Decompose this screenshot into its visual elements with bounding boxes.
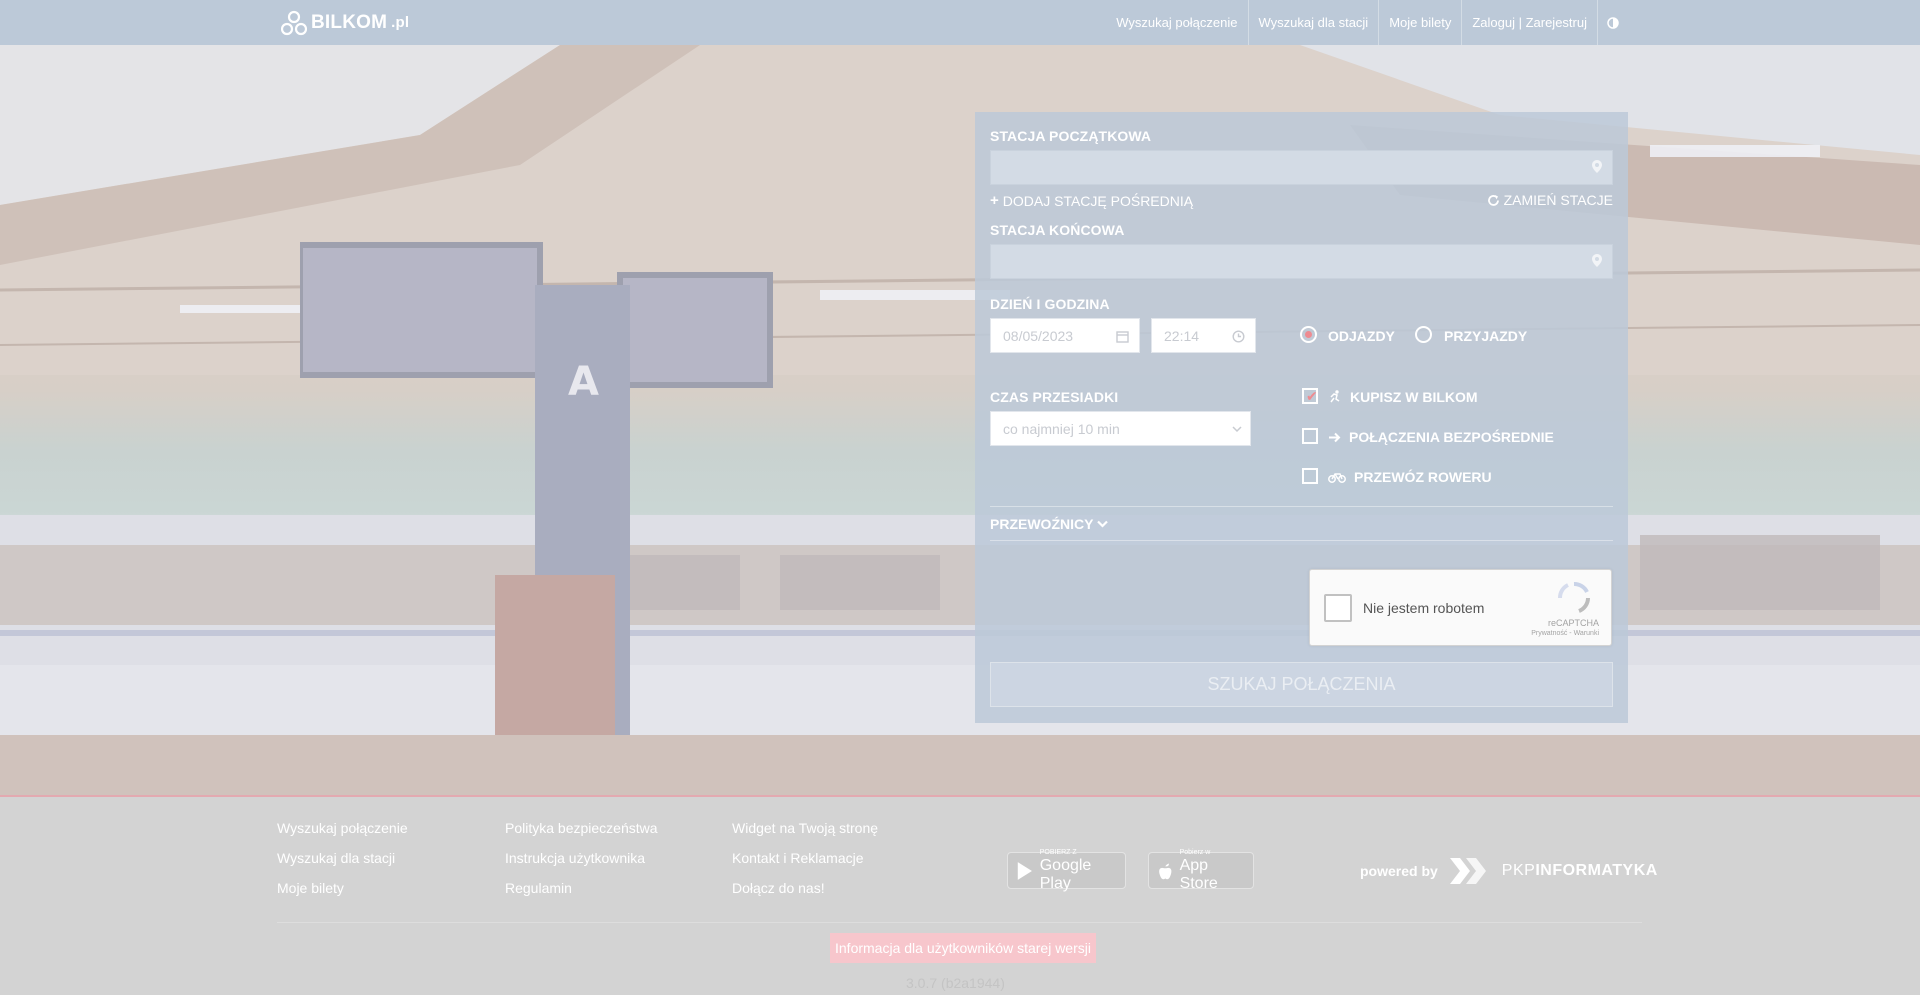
search-panel: STACJA POCZĄTKOWA + DODAJ STACJĘ POŚREDN… <box>975 112 1628 723</box>
departure-board-image: A <box>300 242 773 795</box>
google-play-icon <box>1017 861 1032 880</box>
swap-stations-text: ZAMIEŃ STACJE <box>1503 192 1613 208</box>
powered-by-text: powered by <box>1360 863 1438 879</box>
bicycle-icon <box>1328 473 1346 483</box>
departures-radio[interactable] <box>1300 326 1317 343</box>
buy-in-bilkom-label: KUPISZ W BILKOM <box>1328 389 1478 405</box>
add-via-station-text: DODAJ STACJĘ POŚREDNIĄ <box>1002 192 1194 209</box>
old-version-info-link[interactable]: Informacja dla użytkowników starej wersj… <box>830 933 1096 963</box>
svg-text:A: A <box>568 359 599 405</box>
apple-icon <box>1159 863 1172 879</box>
date-time-label: DZIEŃ I GODZINA <box>990 296 1110 312</box>
start-station-input[interactable] <box>990 150 1613 185</box>
nav-my-tickets[interactable]: Moje bilety <box>1379 0 1463 45</box>
swap-stations-link[interactable]: ZAMIEŃ STACJE <box>1487 192 1613 208</box>
location-pin-icon <box>1592 160 1602 173</box>
running-person-icon <box>1330 390 1340 403</box>
direct-connections-checkbox[interactable] <box>1302 428 1318 444</box>
footer-link-user-guide[interactable]: Instrukcja użytkownika <box>505 850 645 866</box>
recaptcha-terms[interactable]: Prywatność - Warunki <box>1531 630 1599 637</box>
recaptcha-widget: Nie jestem robotem reCAPTCHA Prywatność … <box>1309 569 1612 646</box>
buy-in-bilkom-text: KUPISZ W BILKOM <box>1350 389 1478 405</box>
powered-by-pkp-informatyka[interactable]: powered by PKPINFORMATYKA <box>1360 854 1658 888</box>
bike-transport-checkbox[interactable] <box>1302 468 1318 484</box>
hero-background: A <box>0 45 1920 797</box>
nav-search-station[interactable]: Wyszukaj dla stacji <box>1249 0 1380 45</box>
transfer-time-value: co najmniej 10 min <box>1003 421 1120 437</box>
add-via-station-link[interactable]: + DODAJ STACJĘ POŚREDNIĄ <box>990 192 1193 209</box>
chevron-down-icon <box>1097 520 1109 528</box>
footer: Wyszukaj połączenie Wyszukaj dla stacji … <box>0 797 1920 995</box>
buy-in-bilkom-checkbox[interactable]: ✔ <box>1302 388 1318 404</box>
google-play-button[interactable]: POBIERZ Z Google Play <box>1007 848 1126 892</box>
start-station-label: STACJA POCZĄTKOWA <box>990 128 1152 144</box>
time-input[interactable]: 22:14 <box>1151 318 1256 353</box>
app-version: 3.0.7 (b2a1944) <box>906 975 1005 991</box>
contrast-toggle-icon[interactable] <box>1598 0 1628 45</box>
footer-link-my-tickets[interactable]: Moje bilety <box>277 880 344 896</box>
logo-text: BILKOM <box>311 11 388 33</box>
location-pin-icon <box>1592 254 1602 267</box>
footer-link-search-station[interactable]: Wyszukaj dla stacji <box>277 850 395 866</box>
recaptcha-checkbox[interactable] <box>1324 594 1352 622</box>
separator <box>990 506 1613 507</box>
pkp-text: PKP <box>1501 862 1536 879</box>
check-icon: ✔ <box>1306 388 1318 404</box>
bike-transport-text: PRZEWÓZ ROWERU <box>1354 469 1492 485</box>
footer-link-contact[interactable]: Kontakt i Reklamacje <box>732 850 864 866</box>
carriers-toggle[interactable]: PRZEWOŹNICY <box>990 516 1109 532</box>
date-value: 08/05/2023 <box>1003 328 1074 344</box>
transfer-time-label: CZAS PRZESIADKI <box>990 389 1119 405</box>
recaptcha-brand: reCAPTCHA <box>1547 618 1599 628</box>
nav-search-connection[interactable]: Wyszukaj połączenie <box>1106 0 1249 45</box>
recaptcha-logo-icon <box>1558 582 1590 613</box>
footer-link-join-us[interactable]: Dołącz do nas! <box>732 880 825 896</box>
app-store-button[interactable]: Pobierz w App Store <box>1148 848 1254 892</box>
clock-icon <box>1232 330 1245 343</box>
calendar-icon <box>1116 331 1129 343</box>
plus-icon: + <box>990 192 999 209</box>
bilkom-logo[interactable]: BILKOM .pl <box>281 9 409 36</box>
direct-connections-text: POŁĄCZENIA BEZPOŚREDNIE <box>1349 429 1554 445</box>
search-connection-button[interactable]: SZUKAJ POŁĄCZENIA <box>990 662 1613 707</box>
top-navbar: BILKOM .pl Wyszukaj połączenie Wyszukaj d… <box>0 0 1920 45</box>
app-store-big: App Store <box>1179 856 1218 892</box>
pkp-informatyka-logo-icon <box>1449 858 1486 884</box>
footer-link-search-connection[interactable]: Wyszukaj połączenie <box>277 820 408 836</box>
station-roof-image <box>0 45 1920 375</box>
app-store-small: Pobierz w <box>1179 848 1211 856</box>
chevron-down-icon <box>1232 426 1242 433</box>
logo-suffix: .pl <box>391 14 410 31</box>
platform-image <box>0 735 1920 797</box>
recaptcha-text: Nie jestem robotem <box>1363 600 1485 616</box>
date-input[interactable]: 08/05/2023 <box>990 318 1140 353</box>
carriers-text: PRZEWOŹNICY <box>990 516 1094 532</box>
arrivals-radio[interactable] <box>1415 326 1432 343</box>
end-station-label: STACJA KOŃCOWA <box>990 222 1125 238</box>
google-play-big: Google Play <box>1039 856 1092 892</box>
bike-transport-label: PRZEWÓZ ROWERU <box>1328 469 1492 485</box>
footer-link-widget[interactable]: Widget na Twoją stronę <box>732 820 878 836</box>
informatyka-text: INFORMATYKA <box>1535 862 1658 879</box>
separator <box>990 540 1613 541</box>
direct-connections-label: POŁĄCZENIA BEZPOŚREDNIE <box>1328 429 1554 445</box>
google-play-small: POBIERZ Z <box>1039 848 1077 856</box>
departures-label: ODJAZDY <box>1328 328 1395 344</box>
footer-link-security-policy[interactable]: Polityka bezpieczeństwa <box>505 820 658 836</box>
nav-login-register[interactable]: Zaloguj | Zarejestruj <box>1462 0 1598 45</box>
transfer-time-select[interactable]: co najmniej 10 min <box>990 411 1251 446</box>
arrivals-label: PRZYJAZDY <box>1444 328 1528 344</box>
arrow-right-icon <box>1329 432 1341 442</box>
footer-divider <box>277 922 1642 923</box>
train-image <box>0 515 1920 735</box>
time-value: 22:14 <box>1164 328 1200 344</box>
footer-link-regulations[interactable]: Regulamin <box>505 880 572 896</box>
refresh-icon <box>1487 194 1499 206</box>
bilkom-logo-icon <box>281 10 307 35</box>
end-station-input[interactable] <box>990 244 1613 279</box>
